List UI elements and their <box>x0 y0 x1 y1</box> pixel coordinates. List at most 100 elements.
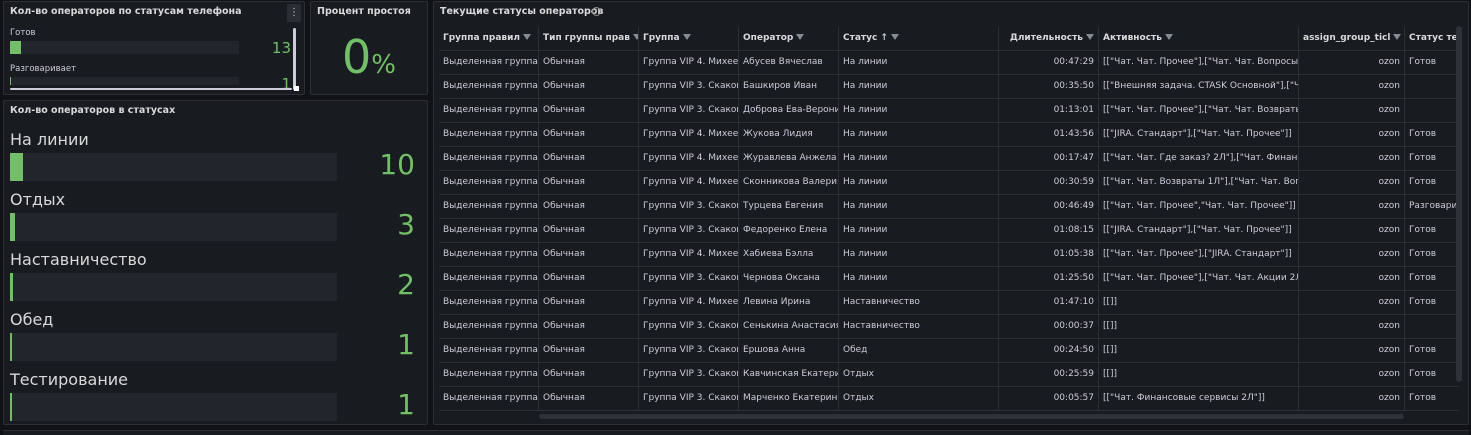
column-header[interactable]: assign_group_ticl <box>1299 27 1405 51</box>
filter-icon[interactable] <box>890 34 899 41</box>
table-cell: Выделенная группа <box>439 51 539 75</box>
table-cell: 00:35:50 <box>999 75 1099 99</box>
idle-percent-panel-title: Процент простоя <box>317 6 411 17</box>
table-cell: Группа VIP 4. Михеева <box>639 291 739 315</box>
table-cell: На линии <box>839 147 999 171</box>
filter-icon[interactable] <box>1086 34 1094 41</box>
table-row[interactable]: Выделенная группа Обычная Группа VIP 3. Ск… <box>439 387 1459 411</box>
table-cell: Готов <box>1405 123 1459 147</box>
column-header-label: Тип группы прав <box>543 33 630 43</box>
table-cell: ozon <box>1299 387 1405 411</box>
table-cell: На линии <box>839 51 999 75</box>
table-cell: 01:05:38 <box>999 243 1099 267</box>
operator-status-bar-fill <box>10 213 15 241</box>
table-cell: Сенькина Анастасия <box>739 315 839 339</box>
table-row[interactable]: Выделенная группа Обычная Группа VIP 3. Ск… <box>439 267 1459 291</box>
table-cell: Группа VIP 4. Михеева <box>639 51 739 75</box>
table-row[interactable]: Выделенная группа Обычная Группа VIP 3. Ск… <box>439 99 1459 123</box>
table-cell: Обычная <box>539 123 639 147</box>
table-row[interactable]: Выделенная группа Обычная Группа VIP 4. Ми… <box>439 123 1459 147</box>
table-cell: Группа VIP 4. Михеева <box>639 171 739 195</box>
column-header[interactable]: Длительность <box>999 27 1099 51</box>
column-header[interactable]: Группа правил <box>439 27 539 51</box>
table-cell: Выделенная группа <box>439 243 539 267</box>
table-cell: Выделенная группа <box>439 315 539 339</box>
phone-panel-vertical-scrollbar[interactable] <box>293 28 296 90</box>
table-cell: [[]] <box>1099 315 1299 339</box>
table-cell: На линии <box>839 219 999 243</box>
table-cell: На линии <box>839 243 999 267</box>
filter-icon[interactable] <box>523 34 532 41</box>
idle-percent-panel: Процент простоя 0% <box>310 1 428 95</box>
column-header[interactable]: Статус ↑ <box>839 27 999 51</box>
operator-status-bar-fill <box>10 393 12 421</box>
table-cell: ozon <box>1299 75 1405 99</box>
column-header[interactable]: Группа <box>639 27 739 51</box>
operator-status-value: 1 <box>397 388 415 421</box>
table-row[interactable]: Выделенная группа Обычная Группа VIP 3. Ск… <box>439 195 1459 219</box>
table-row[interactable]: Выделенная группа Обычная Группа VIP 3. Ск… <box>439 75 1459 99</box>
table-cell: Обычная <box>539 291 639 315</box>
operator-status-label: На линии <box>10 130 89 149</box>
column-header[interactable]: Оператор <box>739 27 839 51</box>
phone-panel-horizontal-scrollbar[interactable] <box>10 88 292 90</box>
operator-status-label: Обед <box>10 310 54 329</box>
table-cell: Кавчинская Екатерина <box>739 363 839 387</box>
table-cell: [["Чат. Чат. Прочее"],["Чат. Чат. Вопрос… <box>1099 51 1299 75</box>
table-cell: Готов <box>1405 243 1459 267</box>
table-cell: Обычная <box>539 243 639 267</box>
sort-ascending-icon[interactable]: ↑ <box>880 27 888 50</box>
panel-menu-icon[interactable]: ⋮ <box>287 4 301 22</box>
table-horizontal-scrollbar[interactable] <box>539 414 1404 419</box>
table-row[interactable]: Выделенная группа Обычная Группа VIP 4. Ми… <box>439 147 1459 171</box>
filter-icon[interactable] <box>796 34 805 41</box>
column-header-label: assign_group_ticl <box>1303 33 1391 43</box>
table-vertical-scrollbar[interactable] <box>1456 26 1462 382</box>
table-cell: Выделенная группа <box>439 291 539 315</box>
phone-status-label: Разговаривает <box>10 64 77 74</box>
column-header[interactable]: Тип группы прав <box>539 27 639 51</box>
table-row[interactable]: Выделенная группа Обычная Группа VIP 4. Ми… <box>439 243 1459 267</box>
phone-status-bar-fill <box>10 77 12 85</box>
phone-status-bar <box>10 41 239 54</box>
table-cell: Чернова Оксана <box>739 267 839 291</box>
table-cell: 01:47:10 <box>999 291 1099 315</box>
operator-status-label: Тестирование <box>10 370 129 389</box>
filter-icon[interactable] <box>682 34 691 41</box>
table-cell: [[]] <box>1099 363 1299 387</box>
table-row[interactable]: Выделенная группа Обычная Группа VIP 4. Ми… <box>439 51 1459 75</box>
table-cell: [["Чат. Чат. Прочее"],["Чат. Чат. Акции … <box>1099 267 1299 291</box>
table-cell: Обычная <box>539 99 639 123</box>
table-cell: Отдых <box>839 363 999 387</box>
table-cell: Марченко Екатерина <box>739 387 839 411</box>
table-cell: 00:47:29 <box>999 51 1099 75</box>
table-header-row: Группа правил Тип группы прав Группа Операт… <box>439 27 1459 51</box>
table-cell: Выделенная группа <box>439 147 539 171</box>
column-header[interactable]: Статус теле <box>1405 27 1459 51</box>
table-cell: Выделенная группа <box>439 267 539 291</box>
column-header-label: Статус <box>843 33 878 43</box>
table-cell: 01:25:50 <box>999 267 1099 291</box>
info-icon[interactable]: i <box>592 7 601 16</box>
column-header[interactable]: Активность <box>1099 27 1299 51</box>
filter-icon[interactable] <box>1164 34 1173 41</box>
table-cell: [["Чат. Чат. Возвраты 1Л"],["Чат. Чат. В… <box>1099 171 1299 195</box>
table-row[interactable]: Выделенная группа Обычная Группа VIP 4. Ми… <box>439 171 1459 195</box>
operator-status-value: 10 <box>379 148 415 181</box>
table-cell: Готов <box>1405 51 1459 75</box>
table-row[interactable]: Выделенная группа Обычная Группа VIP 3. Ск… <box>439 315 1459 339</box>
table-cell: 01:13:01 <box>999 99 1099 123</box>
table-cell: Обед <box>839 339 999 363</box>
table-cell: Группа VIP 3. Скакова <box>639 75 739 99</box>
table-row[interactable]: Выделенная группа Обычная Группа VIP 3. Ск… <box>439 219 1459 243</box>
table-row[interactable]: Выделенная группа Обычная Группа VIP 3. Ск… <box>439 339 1459 363</box>
table-cell: Выделенная группа <box>439 219 539 243</box>
table-cell: Отдых <box>839 387 999 411</box>
operator-status-label: Отдых <box>10 190 66 209</box>
filter-icon[interactable] <box>1393 34 1402 41</box>
table-cell: Обычная <box>539 315 639 339</box>
table-row[interactable]: Выделенная группа Обычная Группа VIP 4. Ми… <box>439 291 1459 315</box>
table-row[interactable]: Выделенная группа Обычная Группа VIP 3. Ск… <box>439 363 1459 387</box>
operator-status-bar <box>10 393 337 421</box>
table-cell: Группа VIP 3. Скакова <box>639 219 739 243</box>
